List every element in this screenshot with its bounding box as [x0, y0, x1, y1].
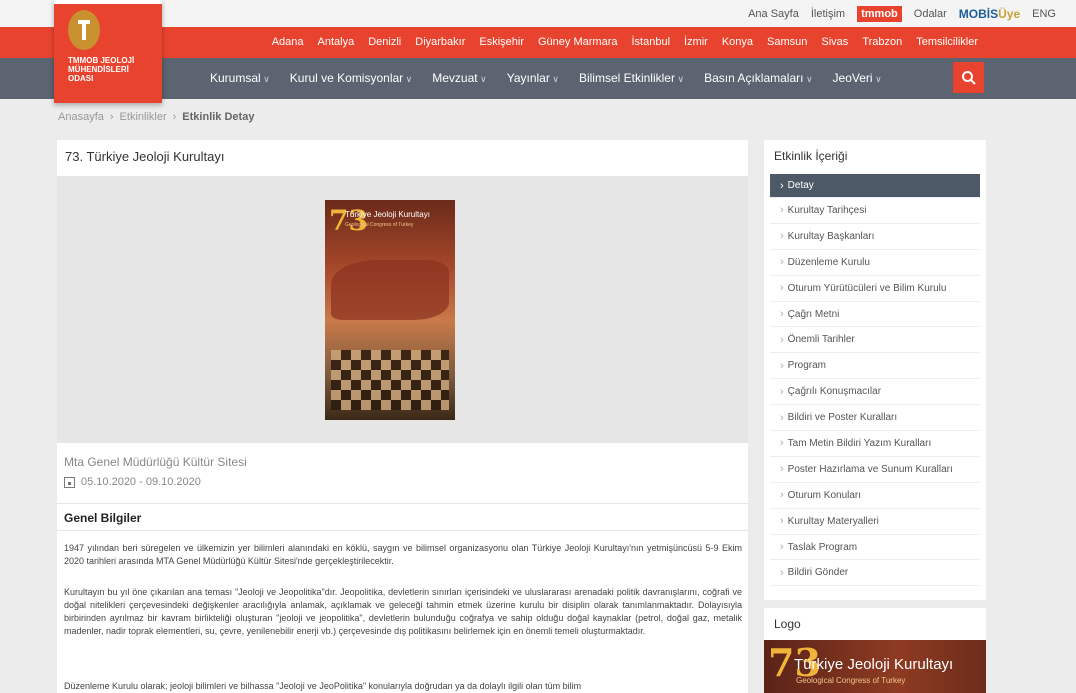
sidebar-item[interactable]: Bildiri ve Poster Kuralları — [770, 405, 980, 432]
mobis-uye-label: Üye — [998, 7, 1021, 21]
city-links: Adana Antalya Denizli Diyarbakır Eskişehir Gü… — [272, 36, 978, 48]
city-link-representatives[interactable]: Temsilcilikler — [916, 36, 978, 48]
city-link[interactable]: Samsun — [767, 36, 807, 48]
congress-logo-banner[interactable]: 73 Türkiye Jeoloji Kurultayı Geological … — [764, 640, 986, 693]
breadcrumb: Anasayfa › Etkinlikler › Etkinlik Detay — [58, 111, 254, 123]
city-link[interactable]: Konya — [722, 36, 753, 48]
event-poster-image[interactable]: 73 Türkiye Jeoloji Kurultayı Geological … — [325, 200, 455, 420]
paragraph-theme: Kurultayın bu yıl öne çıkarılan ana tema… — [64, 587, 742, 636]
home-link[interactable]: Ana Sayfa — [748, 8, 799, 20]
logo-emblem-icon — [68, 10, 100, 50]
nav-item[interactable]: Kurul ve Komisyonlar — [290, 71, 412, 85]
city-link[interactable]: Diyarbakır — [415, 36, 465, 48]
logo-widget-heading: Logo — [774, 617, 801, 631]
sidebar-heading: Etkinlik İçeriği — [774, 149, 848, 163]
city-link[interactable]: İzmir — [684, 36, 708, 48]
breadcrumb-separator: › — [109, 111, 114, 123]
city-link[interactable]: Güney Marmara — [538, 36, 617, 48]
sidebar-item[interactable]: Çağrılı Konuşmacılar — [770, 379, 980, 406]
nav-item[interactable]: Bilimsel Etkinlikler — [579, 71, 684, 85]
event-content-sidebar: Etkinlik İçeriği DetayKurultay Tarihçesi… — [764, 140, 986, 600]
sidebar-item[interactable]: Düzenleme Kurulu — [770, 250, 980, 276]
sidebar-item[interactable]: Oturum Yürütücüleri ve Bilim Kurulu — [770, 276, 980, 302]
section-heading: Genel Bilgiler — [57, 503, 748, 531]
nav-item[interactable]: Mevzuat — [432, 71, 486, 85]
mobis-label: MOBİS — [958, 7, 999, 21]
poster-number: 73 — [329, 204, 368, 237]
sidebar-item[interactable]: Kurultay Materyalleri — [770, 509, 980, 535]
sidebar-item[interactable]: Çağrı Metni — [770, 302, 980, 328]
sidebar-item[interactable]: Bildiri Gönder — [770, 560, 980, 587]
event-image-area: 73 Türkiye Jeoloji Kurultayı Geological … — [57, 176, 748, 443]
breadcrumb-separator: › — [172, 111, 177, 123]
nav-item[interactable]: Yayınlar — [507, 71, 559, 85]
city-link[interactable]: Eskişehir — [479, 36, 524, 48]
event-dates: 05.10.2020 - 09.10.2020 — [64, 476, 201, 488]
nav-item[interactable]: Basın Açıklamaları — [704, 71, 812, 85]
sidebar-item[interactable]: Oturum Konuları — [770, 483, 980, 509]
site-logo[interactable]: TMMOB JEOLOJİ MÜHENDİSLERİ ODASI — [54, 0, 162, 103]
logo-banner-subtitle: Geological Congress of Turkey — [796, 676, 906, 685]
breadcrumb-current: Etkinlik Detay — [182, 111, 255, 123]
contact-link[interactable]: İletişim — [811, 8, 845, 20]
poster-subtitle: Geological Congress of Turkey — [345, 222, 414, 228]
poster-chessboard-graphic — [331, 350, 449, 410]
logo-widget: Logo 73 Türkiye Jeoloji Kurultayı Geolog… — [764, 608, 986, 693]
sidebar-item[interactable]: Kurultay Tarihçesi — [770, 198, 980, 224]
event-date-range: 05.10.2020 - 09.10.2020 — [81, 476, 201, 488]
poster-title: Türkiye Jeoloji Kurultayı — [345, 210, 430, 219]
sidebar-item[interactable]: Tam Metin Bildiri Yazım Kuralları — [770, 431, 980, 457]
logo-text: TMMOB JEOLOJİ MÜHENDİSLERİ ODASI — [68, 56, 135, 83]
language-switch[interactable]: ENG — [1032, 8, 1056, 20]
breadcrumb-events[interactable]: Etkinlikler — [120, 111, 167, 123]
paragraph-committee: Düzenleme Kurulu olarak; jeoloji bilimle… — [64, 681, 582, 691]
sidebar-item[interactable]: Poster Hazırlama ve Sunum Kuralları — [770, 457, 980, 483]
mobis-link[interactable]: MOBİSÜye — [959, 7, 1020, 21]
section-title: Genel Bilgiler — [64, 511, 142, 525]
sidebar-menu: DetayKurultay TarihçesiKurultay Başkanla… — [770, 174, 980, 587]
sidebar-item[interactable]: Taslak Program — [770, 535, 980, 561]
odalar-link[interactable]: Odalar — [914, 8, 947, 20]
breadcrumb-home[interactable]: Anasayfa — [58, 111, 104, 123]
page-title: 73. Türkiye Jeoloji Kurultayı — [65, 149, 225, 164]
poster-map-graphic — [331, 260, 449, 320]
city-link[interactable]: Adana — [272, 36, 304, 48]
logo-banner-title: Türkiye Jeoloji Kurultayı — [794, 656, 954, 673]
nav-item[interactable]: JeoVeri — [833, 71, 882, 85]
sidebar-item[interactable]: Detay — [770, 174, 980, 198]
search-button[interactable] — [953, 62, 984, 93]
paragraph-intro: 1947 yılından beri süregelen ve ülkemizi… — [64, 543, 742, 566]
tmmob-link[interactable]: tmmob — [857, 6, 902, 22]
city-link[interactable]: Denizli — [368, 36, 401, 48]
event-detail-panel: 73. Türkiye Jeoloji Kurultayı 73 Türkiye… — [57, 140, 748, 693]
city-link[interactable]: İstanbul — [631, 36, 670, 48]
city-link[interactable]: Antalya — [318, 36, 355, 48]
search-icon — [961, 70, 976, 85]
calendar-icon — [64, 476, 75, 488]
city-link[interactable]: Sivas — [821, 36, 848, 48]
sidebar-item[interactable]: Kurultay Başkanları — [770, 224, 980, 250]
city-link[interactable]: Trabzon — [862, 36, 902, 48]
nav-items: Kurumsal Kurul ve Komisyonlar Mevzuat Yayın… — [210, 71, 882, 85]
nav-item[interactable]: Kurumsal — [210, 71, 270, 85]
sidebar-item[interactable]: Önemli Tarihler — [770, 327, 980, 354]
top-links: Ana Sayfa İletişim tmmob Odalar MOBİSÜye… — [748, 6, 1056, 22]
event-venue: Mta Genel Müdürlüğü Kültür Sitesi — [64, 455, 247, 469]
sidebar-item[interactable]: Program — [770, 353, 980, 380]
